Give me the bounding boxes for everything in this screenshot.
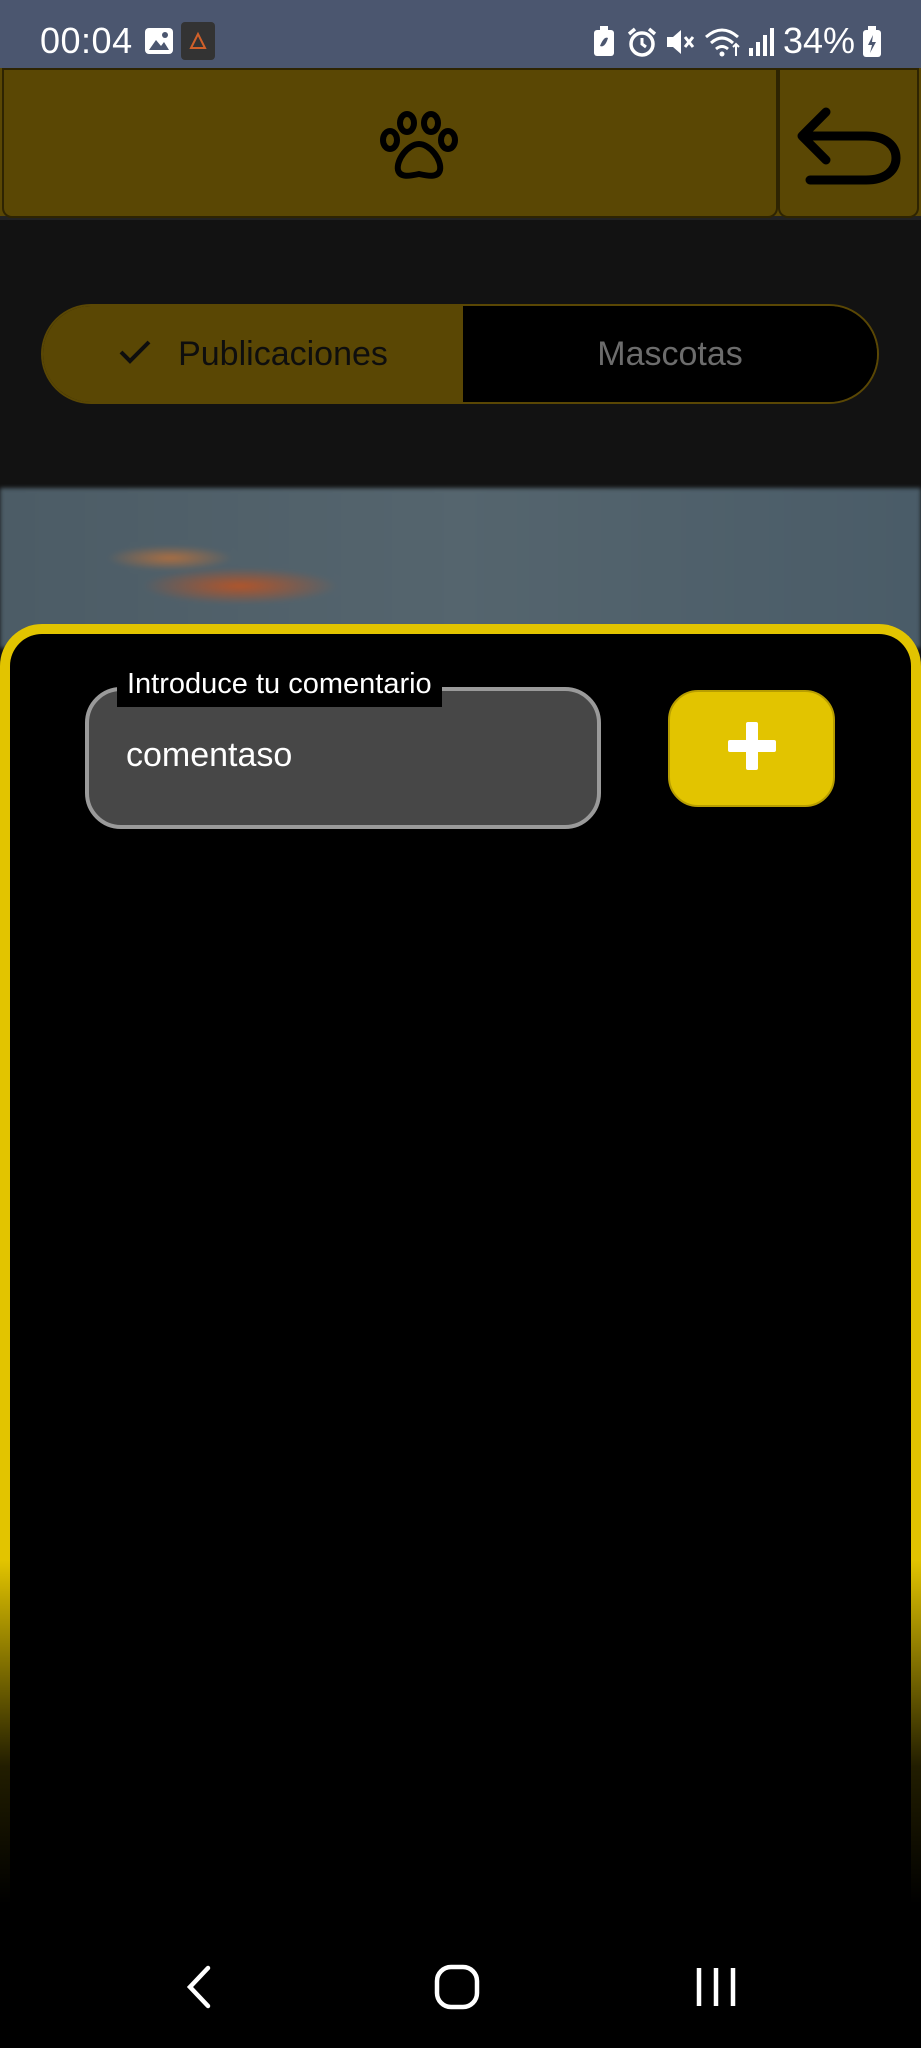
wifi-icon	[704, 26, 742, 63]
back-nav-icon[interactable]	[182, 1964, 216, 2015]
signal-icon	[748, 26, 776, 61]
comment-input-value[interactable]: comentaso	[126, 736, 292, 775]
app-notification-icon	[181, 22, 215, 65]
status-time: 00:04	[40, 20, 133, 61]
paw-icon	[378, 110, 460, 187]
comment-input-label: Introduce tu comentario	[117, 666, 442, 707]
header-logo-area	[2, 68, 778, 218]
tab-publicaciones[interactable]: Publicaciones	[43, 306, 463, 402]
home-nav-icon[interactable]	[434, 1964, 480, 2015]
check-icon	[118, 338, 152, 371]
tab-mascotas[interactable]: Mascotas	[463, 306, 877, 402]
plus-icon	[726, 720, 778, 777]
image-icon	[144, 26, 174, 61]
mute-icon	[664, 26, 696, 63]
alarm-icon	[626, 26, 658, 63]
undo-arrow-icon	[796, 106, 904, 191]
add-comment-button[interactable]	[668, 690, 835, 807]
battery-charging-icon	[862, 26, 882, 63]
tab-publicaciones-label: Publicaciones	[178, 334, 388, 373]
tab-switcher: Publicaciones Mascotas	[41, 304, 879, 404]
sheet-bottom-fade	[0, 1560, 921, 1904]
recents-nav-icon[interactable]	[694, 1966, 738, 2013]
system-nav-bar	[0, 1904, 921, 2048]
battery-percentage: 34%	[782, 20, 855, 61]
back-button[interactable]	[778, 68, 919, 218]
battery-saver-icon	[592, 26, 616, 63]
tab-mascotas-label: Mascotas	[597, 334, 743, 373]
